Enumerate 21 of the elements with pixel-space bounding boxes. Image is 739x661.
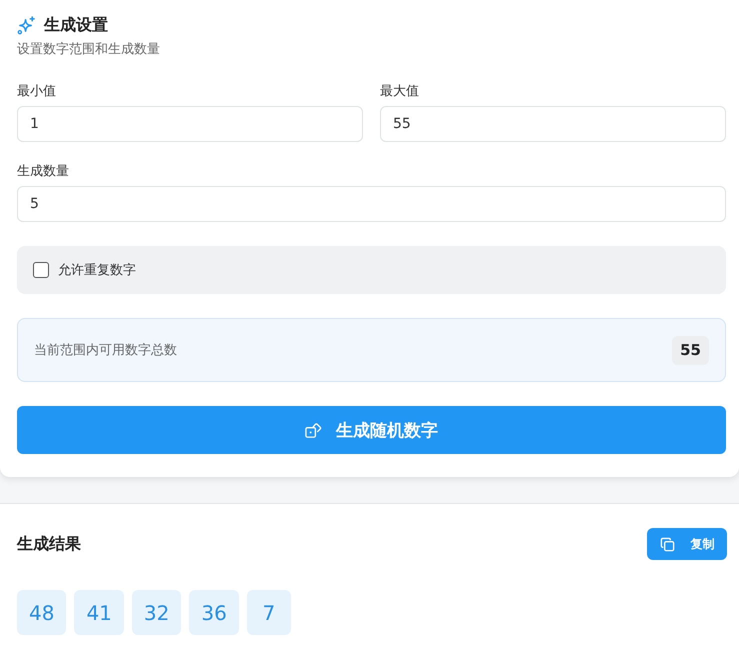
field-label: 最小值	[17, 84, 57, 100]
number-input[interactable]: 55	[380, 106, 726, 142]
checkbox[interactable]	[33, 262, 49, 278]
number-tile: 7	[246, 590, 291, 635]
number-tile: 32	[132, 590, 182, 635]
field-label: 最大值	[380, 84, 420, 100]
settings-title: 生成设置	[44, 14, 108, 36]
sparkles-icon	[17, 16, 36, 34]
number-tile: 41	[74, 590, 124, 635]
dice-icon	[305, 422, 322, 438]
number-input[interactable]: 1	[17, 106, 363, 142]
number-input[interactable]: 5	[17, 186, 726, 222]
count-badge: 55	[672, 336, 709, 364]
number-tile: 36	[189, 590, 239, 635]
copy-icon	[660, 536, 674, 552]
settings-subtitle: 设置数字范围和生成数量	[17, 42, 161, 58]
checkbox-label[interactable]: 允许重复数字	[58, 261, 136, 279]
number-tile: 48	[17, 590, 66, 635]
field-label: 生成数量	[17, 164, 70, 180]
results-title: 生成结果	[17, 534, 81, 554]
info-label: 当前范围内可用数字总数	[34, 342, 177, 359]
